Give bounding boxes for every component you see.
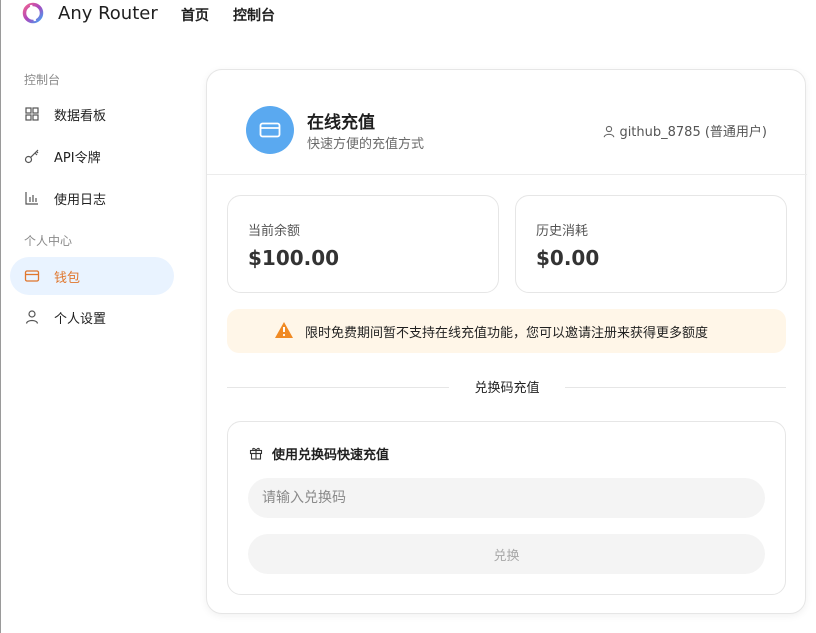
key-icon <box>24 149 39 164</box>
balance-label: 当前余额 <box>248 224 301 239</box>
sidebar-item-wallet[interactable]: 钱包 <box>10 257 174 295</box>
sidebar-item-settings[interactable]: 个人设置 <box>10 298 174 336</box>
dashboard-icon <box>25 107 39 121</box>
notice-text: 限时免费期间暂不支持在线充值功能，您可以邀请注册来获得更多额度 <box>305 326 709 341</box>
logo-icon[interactable] <box>22 2 44 24</box>
sidebar-item-label: 钱包 <box>54 271 81 286</box>
redeem-title: 使用兑换码快速充值 <box>272 448 390 463</box>
topup-avatar <box>246 106 294 154</box>
gift-icon <box>249 447 263 460</box>
spent-card: 历史消耗 $0.00 <box>515 195 787 293</box>
brand-name[interactable]: Any Router <box>58 3 158 24</box>
page-subtitle: 快速方便的充值方式 <box>307 137 425 152</box>
chart-icon <box>25 192 38 205</box>
user-info: github_8785 (普通用户) <box>603 121 767 140</box>
redeem-panel: 使用兑换码快速充值 兑换 <box>227 421 786 595</box>
nav-home[interactable]: 首页 <box>181 5 209 25</box>
balance-value: $100.00 <box>248 246 340 270</box>
user-icon <box>25 310 39 324</box>
spent-value: $0.00 <box>536 246 600 270</box>
card-header: 在线充值 快速方便的充值方式 github_8785 (普通用户) <box>207 70 807 175</box>
sidebar-item-label: 使用日志 <box>54 193 107 208</box>
redeem-divider-label: 兑换码充值 <box>474 381 540 396</box>
user-name: github_8785 (普通用户) <box>619 125 767 140</box>
nav-console[interactable]: 控制台 <box>233 5 275 25</box>
credit-card-icon <box>259 122 281 138</box>
sidebar-item-usage-logs[interactable]: 使用日志 <box>10 179 174 217</box>
page-title: 在线充值 <box>307 113 375 133</box>
sidebar-group-personal: 个人中心 <box>24 234 73 248</box>
sidebar-group-console: 控制台 <box>24 73 61 87</box>
sidebar-item-label: 个人设置 <box>54 312 107 327</box>
redeem-code-input[interactable] <box>248 478 765 518</box>
sidebar-item-label: 数据看板 <box>54 109 107 124</box>
app-header: Any Router 首页 控制台 <box>1 0 816 30</box>
warning-icon <box>275 322 293 338</box>
wallet-icon <box>24 270 40 282</box>
spent-label: 历史消耗 <box>536 224 589 239</box>
user-icon <box>604 125 615 138</box>
redeem-button[interactable]: 兑换 <box>248 534 765 574</box>
notice-banner: 限时免费期间暂不支持在线充值功能，您可以邀请注册来获得更多额度 <box>227 309 786 353</box>
sidebar-item-api-tokens[interactable]: API令牌 <box>10 137 174 175</box>
sidebar-item-dashboard[interactable]: 数据看板 <box>10 95 174 133</box>
topup-card: 在线充值 快速方便的充值方式 github_8785 (普通用户) 当前余额 $… <box>206 69 807 614</box>
balance-card: 当前余额 $100.00 <box>227 195 499 293</box>
sidebar-item-label: API令牌 <box>54 151 101 166</box>
